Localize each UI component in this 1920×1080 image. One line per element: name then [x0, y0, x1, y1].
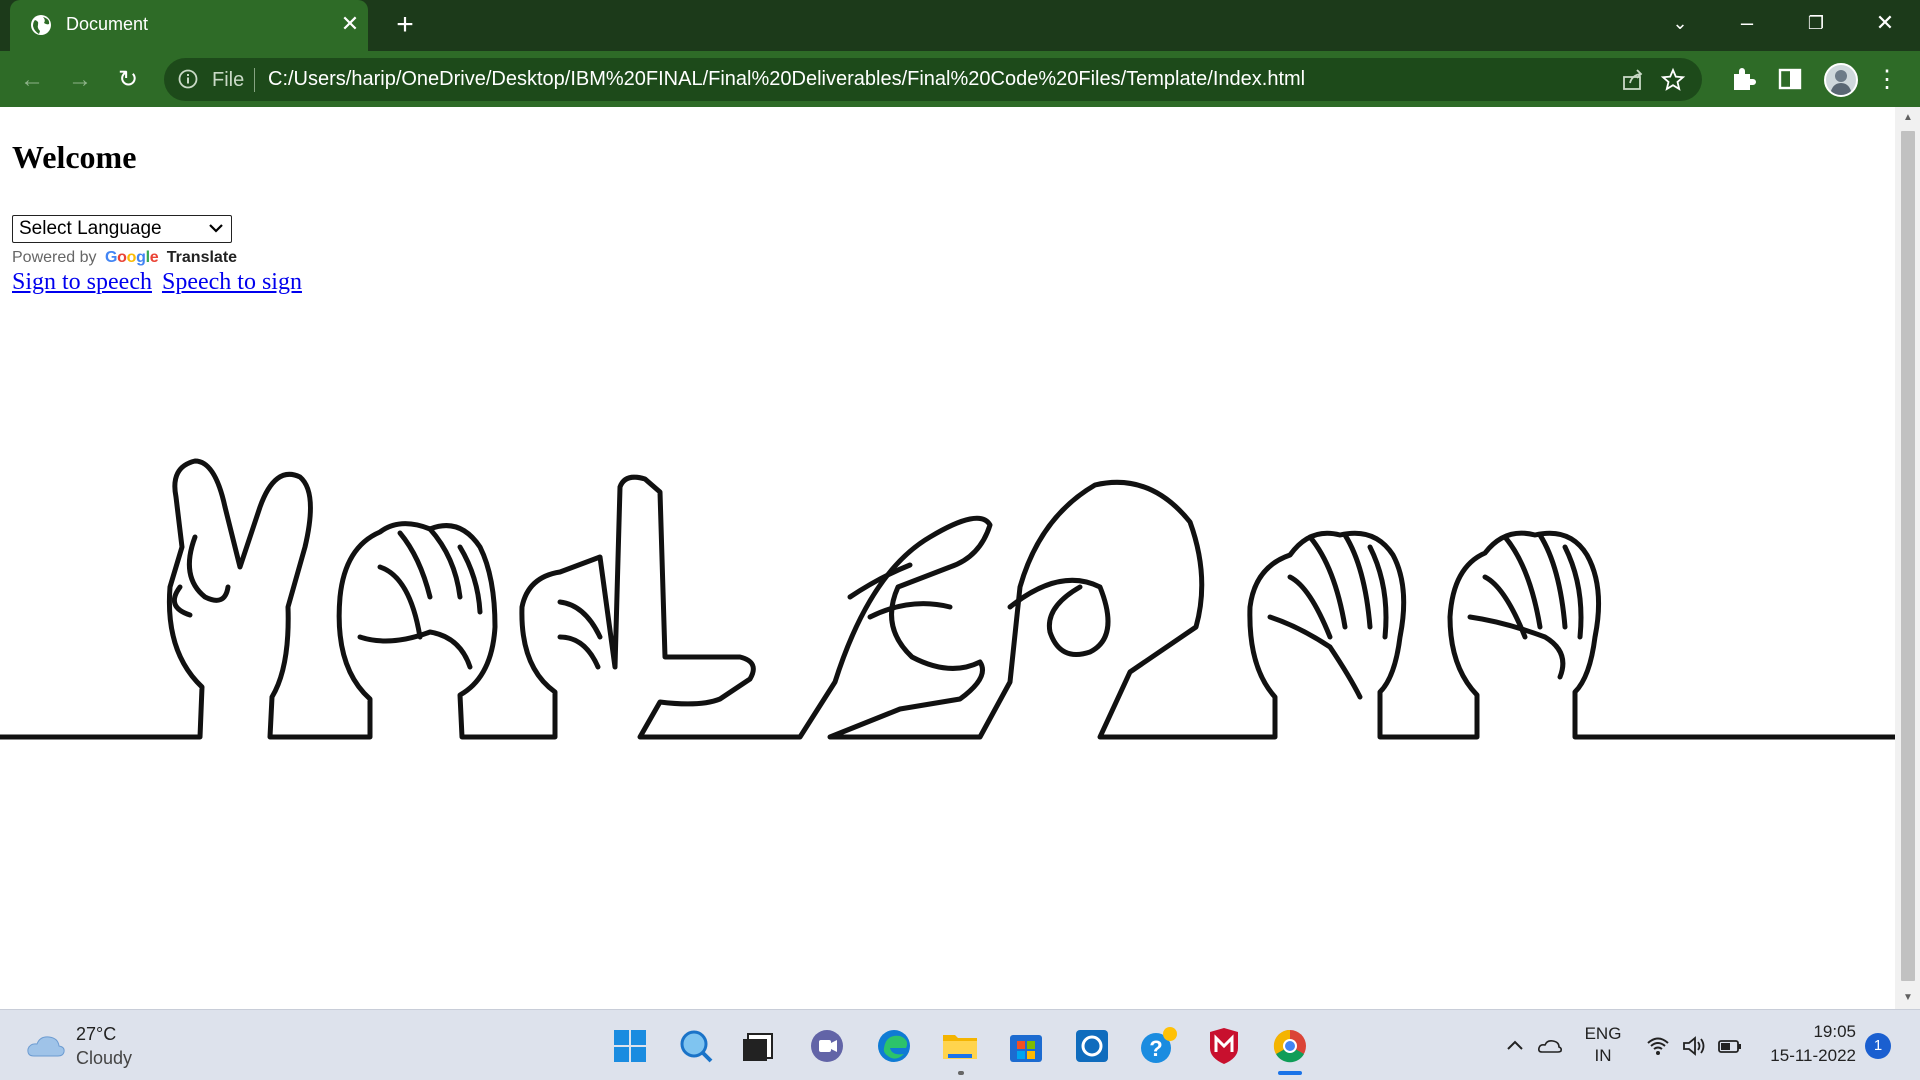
protocol-label: File — [212, 69, 245, 91]
profile-picture — [1830, 70, 1852, 95]
svg-text:?: ? — [1149, 1036, 1162, 1061]
translate-text: Translate — [166, 249, 238, 266]
running-indicator — [958, 1071, 964, 1075]
chrome-icon[interactable] — [1270, 1026, 1310, 1066]
address-separator — [254, 68, 255, 92]
info-icon[interactable] — [178, 69, 198, 89]
share-icon[interactable] — [1620, 67, 1646, 93]
page-heading: Welcome — [12, 139, 137, 175]
google-logo[interactable]: Google — [105, 249, 159, 266]
sign-to-speech-link[interactable]: Sign to speech — [12, 269, 152, 295]
language-select[interactable]: Select Language — [12, 215, 232, 243]
onedrive-icon[interactable] — [1537, 1034, 1563, 1058]
teams-chat-icon[interactable] — [807, 1026, 847, 1066]
clock-time[interactable]: 19:05 — [1760, 1022, 1856, 1042]
globe-icon — [31, 15, 51, 35]
input-language-primary[interactable]: ENG — [1583, 1024, 1623, 1044]
close-tab-icon[interactable]: ✕ — [338, 12, 362, 36]
weather-temperature[interactable]: 27°C — [76, 1024, 116, 1045]
restore-button[interactable]: ❐ — [1796, 8, 1836, 38]
google-translate-credit: Powered by Google Translate — [12, 249, 237, 267]
notification-badge[interactable]: 1 — [1865, 1033, 1891, 1059]
scrollbar-thumb[interactable] — [1901, 131, 1915, 981]
tab-title: Document — [66, 14, 149, 34]
menu-kebab-icon[interactable]: ⋮ — [1870, 63, 1904, 97]
clock-date[interactable]: 15-11-2022 — [1760, 1046, 1856, 1066]
browser-toolbar: ← → ↻ File C:/Users/harip/OneDrive/Deskt… — [0, 51, 1920, 107]
minimize-button[interactable]: – — [1727, 8, 1767, 38]
windows-start-icon[interactable] — [610, 1026, 650, 1066]
task-view-icon[interactable] — [738, 1026, 778, 1066]
extensions-icon[interactable] — [1729, 65, 1757, 93]
address-bar[interactable]: File C:/Users/harip/OneDrive/Desktop/IBM… — [164, 58, 1702, 101]
input-language-region[interactable]: IN — [1583, 1046, 1623, 1066]
active-app-indicator — [1278, 1071, 1302, 1075]
search-icon[interactable] — [676, 1026, 716, 1066]
tab-strip: Document ✕ + ⌄ – ❐ ✕ — [0, 0, 1920, 51]
wifi-icon[interactable] — [1645, 1034, 1671, 1058]
close-window-button[interactable]: ✕ — [1865, 8, 1905, 38]
microsoft-store-icon[interactable] — [1006, 1026, 1046, 1066]
nav-links: Sign to speech Speech to sign — [12, 269, 302, 296]
vertical-scrollbar[interactable]: ▲ ▼ — [1895, 107, 1920, 1009]
scroll-down-arrow-icon[interactable]: ▼ — [1901, 991, 1915, 1005]
bookmark-star-icon[interactable] — [1660, 67, 1686, 93]
sign-language-welcome-illustration — [0, 458, 1895, 740]
url-text[interactable]: C:/Users/harip/OneDrive/Desktop/IBM%20FI… — [268, 68, 1305, 91]
cloud-icon[interactable] — [26, 1030, 66, 1060]
page-viewport: Welcome Select Language Powered by Googl… — [0, 107, 1895, 1009]
reload-button[interactable]: ↻ — [111, 63, 145, 97]
tab-search-icon[interactable]: ⌄ — [1660, 8, 1700, 38]
chevron-down-icon — [209, 224, 223, 233]
side-panel-icon[interactable] — [1776, 65, 1804, 93]
back-button[interactable]: ← — [15, 63, 49, 97]
volume-icon[interactable] — [1681, 1034, 1707, 1058]
new-tab-button[interactable]: + — [390, 10, 420, 41]
scroll-up-arrow-icon[interactable]: ▲ — [1901, 111, 1915, 125]
powered-by-text: Powered by — [12, 249, 97, 266]
battery-icon[interactable] — [1717, 1034, 1743, 1058]
edge-browser-icon[interactable] — [874, 1026, 914, 1066]
file-explorer-icon[interactable] — [940, 1026, 980, 1066]
forward-button[interactable]: → — [63, 63, 97, 97]
mcafee-icon[interactable] — [1204, 1026, 1244, 1066]
weather-condition[interactable]: Cloudy — [76, 1048, 132, 1069]
app-icon[interactable] — [1072, 1026, 1112, 1066]
speech-to-sign-link[interactable]: Speech to sign — [162, 269, 302, 295]
language-select-value: Select Language — [19, 218, 162, 239]
chevron-up-icon[interactable] — [1502, 1034, 1528, 1058]
windows-taskbar: 27°C Cloudy ? ENG IN 19:05 15-11-2022 1 — [0, 1009, 1920, 1080]
profile-avatar[interactable] — [1824, 63, 1858, 97]
browser-tab[interactable]: Document ✕ — [10, 0, 368, 51]
help-icon[interactable]: ? — [1138, 1026, 1178, 1066]
